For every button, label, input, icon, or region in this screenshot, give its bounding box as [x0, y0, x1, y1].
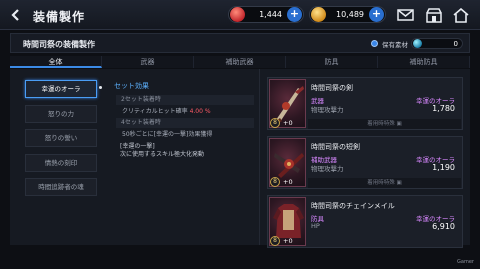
set-note-title: [幸運の一撃]	[120, 143, 155, 150]
top-bar: 装備製作 1,444 + 10,489 +	[0, 0, 480, 30]
item-stat: HP	[311, 222, 320, 230]
enhance-level: +0	[283, 119, 293, 127]
set-item-oath-of-rage[interactable]: 怒りの誓い	[25, 129, 97, 147]
enhance-level: +0	[283, 237, 293, 245]
set-item-lucky-aura[interactable]: 幸運のオーラ	[25, 80, 97, 98]
item-stat-value: 1,780	[432, 104, 455, 113]
set-note-body: 次に使用するスキル極大化発動	[120, 151, 205, 158]
item-stat: 物理攻撃力	[311, 165, 344, 173]
item-card[interactable]: 8 +0 時間司祭の剣 武器 物理攻撃力 幸運のオーラ 1,780 着用時特殊 …	[267, 77, 463, 130]
tab-all[interactable]: 全体	[10, 56, 102, 68]
equip-effect-bar: 着用時特殊 ▣	[308, 119, 461, 129]
page-title: 装備製作	[33, 10, 86, 24]
item-stat-value: 1,190	[432, 163, 455, 172]
set-4pc-effect: 50秒ごとに[幸運の一撃]効果獲得	[122, 131, 213, 138]
gold-coin-icon	[311, 7, 326, 22]
set-2pc-effect: クリティカルヒット確率 4.00 %	[122, 107, 254, 116]
owned-materials[interactable]: 保有素材 0	[371, 37, 463, 50]
set-note: [幸運の一撃] 次に使用するスキル極大化発動	[120, 143, 254, 159]
lock-icon: ▣	[396, 180, 402, 186]
category-tabs: 全体 武器 補助武器 防具 補助防具	[10, 56, 470, 68]
item-name: 時間司祭の短剣	[311, 143, 360, 151]
set-list: 幸運のオーラ 怒りの力 怒りの誓い 情熱の刻印 時間追跡者の魂	[25, 80, 97, 203]
currency-gold-value: 10,489	[336, 10, 364, 19]
enhance-level: +0	[283, 178, 293, 186]
set-item-mark-of-passion[interactable]: 情熱の刻印	[25, 153, 97, 172]
item-name: 時間司祭のチェインメイル	[311, 202, 395, 210]
currency-red-value: 1,444	[259, 10, 282, 19]
item-name: 時間司祭の剣	[311, 84, 353, 92]
shop-icon[interactable]	[424, 6, 444, 24]
owned-value-box: 0	[411, 38, 463, 49]
level-badge: 8	[270, 118, 280, 128]
back-arrow-icon[interactable]	[5, 4, 27, 26]
crit-value: 4.00 %	[189, 108, 211, 115]
set-effect-title: セット効果	[114, 82, 149, 90]
tab-sub-armor[interactable]: 補助防具	[378, 56, 470, 68]
item-card[interactable]: 8 +0 時間司祭の短剣 補助武器 物理攻撃力 幸運のオーラ 1,190 着用時…	[267, 136, 463, 189]
home-icon[interactable]	[451, 6, 471, 24]
lock-icon: ▣	[396, 121, 402, 127]
owned-radio-icon[interactable]	[371, 40, 378, 47]
gem-icon	[413, 39, 422, 48]
set-effect-panel: セット効果 2セット装着時 クリティカルヒット確率 4.00 % 4セット装着時…	[114, 81, 254, 159]
level-badge: 8	[270, 177, 280, 187]
add-gold-button[interactable]: +	[369, 7, 384, 22]
add-ruby-button[interactable]: +	[287, 7, 302, 22]
tab-sub-weapon[interactable]: 補助武器	[194, 56, 286, 68]
ruby-icon	[230, 7, 245, 22]
currency-red: 1,444 +	[228, 6, 304, 23]
level-badge: 8	[270, 236, 280, 246]
owned-value: 0	[453, 39, 458, 48]
item-stat-value: 6,910	[432, 222, 455, 231]
set-item-time-tracker-soul[interactable]: 時間追跡者の魂	[25, 178, 97, 196]
sub-title: 時間司祭の装備製作	[23, 40, 95, 49]
content-panel: 幸運のオーラ 怒りの力 怒りの誓い 情熱の刻印 時間追跡者の魂 セット効果 2セ…	[10, 69, 470, 248]
watermark: Gamer	[457, 259, 474, 265]
set-2pc-row: 2セット装着時	[116, 95, 254, 105]
set-4pc-row: 4セット装着時	[116, 118, 254, 128]
tab-weapon[interactable]: 武器	[102, 56, 194, 68]
tab-armor[interactable]: 防具	[286, 56, 378, 68]
owned-label: 保有素材	[382, 40, 408, 49]
item-card[interactable]: 8 +0 時間司祭のチェインメイル 防具 HP 幸運のオーラ 6,910	[267, 195, 463, 248]
currency-gold: 10,489 +	[309, 6, 386, 23]
mail-icon[interactable]	[395, 6, 415, 24]
sub-header: 時間司祭の装備製作 保有素材 0	[10, 33, 470, 53]
set-item-power-of-rage[interactable]: 怒りの力	[25, 104, 97, 123]
equip-effect-label: 着用時特殊	[367, 121, 395, 127]
crit-label: クリティカルヒット確率	[122, 108, 188, 115]
item-list: 8 +0 時間司祭の剣 武器 物理攻撃力 幸運のオーラ 1,780 着用時特殊 …	[267, 77, 463, 254]
divider	[259, 69, 260, 245]
equip-effect-bar: 着用時特殊 ▣	[308, 178, 461, 188]
equip-effect-label: 着用時特殊	[367, 180, 395, 186]
selected-indicator	[99, 86, 102, 89]
item-stat: 物理攻撃力	[311, 106, 344, 114]
